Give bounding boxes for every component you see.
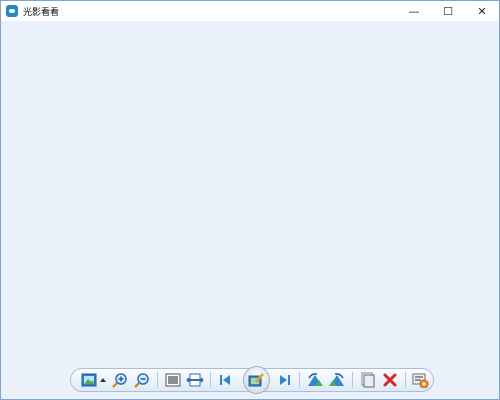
window-title: 光影看看 (23, 7, 60, 18)
edit-image-icon (248, 373, 265, 387)
toolbar-divider (352, 372, 353, 388)
actual-size-button[interactable] (185, 370, 204, 390)
tools-icon (412, 373, 429, 388)
magnifier-minus-icon (134, 373, 150, 388)
image-viewport[interactable] (1, 21, 499, 399)
rotate-left-icon (308, 373, 323, 386)
fit-window-icon (165, 373, 181, 387)
actual-size-icon (186, 373, 204, 387)
close-icon: ✕ (477, 4, 487, 18)
toolbar-divider (156, 372, 158, 388)
chevron-up-icon[interactable] (100, 378, 107, 382)
bottom-toolbar (70, 366, 434, 394)
fit-window-button[interactable] (163, 370, 182, 390)
minimize-button[interactable]: — (397, 1, 431, 21)
rotate-right-button[interactable] (328, 370, 347, 390)
next-button[interactable] (275, 370, 294, 390)
picture-icon (81, 373, 97, 387)
previous-button[interactable] (216, 370, 235, 390)
rotate-left-button[interactable] (305, 370, 324, 390)
rotate-right-icon (329, 373, 345, 386)
toolbar-divider (404, 372, 406, 388)
image-menu-button[interactable] (79, 370, 98, 390)
edit-button[interactable] (242, 366, 271, 394)
minimize-icon: — (408, 4, 420, 18)
next-icon (279, 375, 290, 385)
delete-button[interactable] (380, 370, 399, 390)
toolbar-divider (209, 372, 211, 388)
copy-icon (361, 372, 375, 388)
app-window: 光影看看 — ☐ ✕ (0, 0, 500, 400)
previous-icon (220, 375, 231, 385)
zoom-out-button[interactable] (133, 370, 152, 390)
toolbar-divider (299, 372, 301, 388)
window-controls: — ☐ ✕ (397, 1, 499, 21)
title-bar[interactable]: 光影看看 — ☐ ✕ (1, 1, 499, 21)
app-logo-icon (6, 5, 18, 17)
close-button[interactable]: ✕ (465, 1, 499, 21)
more-tools-button[interactable] (411, 370, 430, 390)
delete-icon (383, 373, 397, 387)
zoom-in-button[interactable] (110, 370, 129, 390)
copy-button[interactable] (358, 370, 377, 390)
maximize-button[interactable]: ☐ (431, 1, 465, 21)
maximize-icon: ☐ (443, 4, 453, 18)
magnifier-plus-icon (112, 373, 127, 388)
